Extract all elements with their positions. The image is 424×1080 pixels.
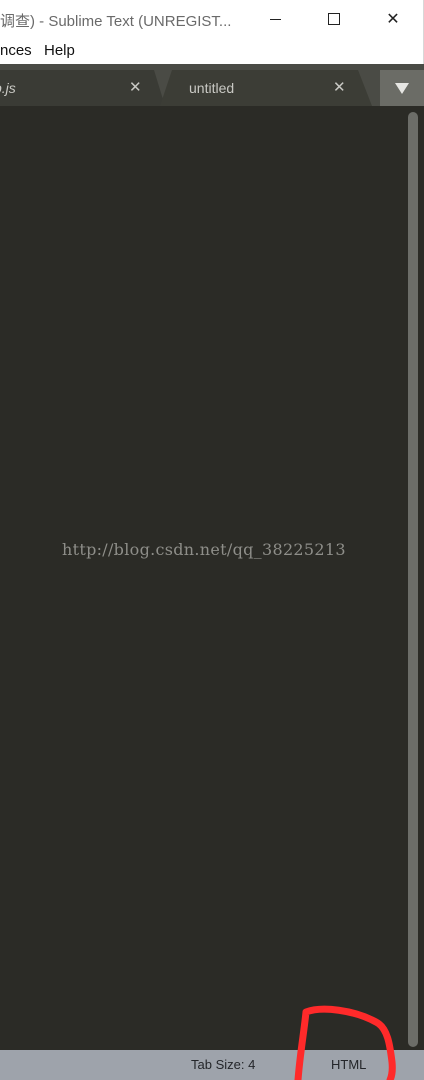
scrollbar-thumb[interactable] — [408, 112, 418, 1047]
tab-untitled[interactable]: untitled ✕ — [160, 70, 372, 106]
watermark-text: http://blog.csdn.net/qq_38225213 — [62, 540, 346, 559]
triangle-down-icon — [395, 82, 409, 94]
vertical-scrollbar[interactable] — [407, 112, 419, 1047]
title-bar: 调查) - Sublime Text (UNREGIST... ✕ — [0, 0, 424, 38]
menu-preferences[interactable]: nces — [0, 42, 32, 59]
minimize-button[interactable] — [246, 0, 304, 38]
tab-strip: p.js ✕ untitled ✕ — [0, 64, 424, 106]
minimize-icon — [269, 18, 281, 20]
tab-close-icon[interactable]: ✕ — [129, 78, 142, 96]
maximize-icon — [328, 13, 340, 25]
status-bar: Tab Size: 4 HTML — [0, 1050, 424, 1080]
tab-overflow-button[interactable] — [380, 70, 424, 106]
tab-close-icon[interactable]: ✕ — [333, 78, 346, 96]
tab-label: untitled — [189, 80, 235, 96]
status-syntax[interactable]: HTML — [331, 1057, 366, 1072]
close-button[interactable]: ✕ — [364, 0, 422, 38]
close-icon: ✕ — [386, 11, 400, 28]
tab-app-js[interactable]: p.js ✕ — [0, 70, 165, 106]
status-tab-size[interactable]: Tab Size: 4 — [191, 1057, 255, 1072]
maximize-button[interactable] — [305, 0, 363, 38]
editor-area[interactable]: http://blog.csdn.net/qq_38225213 — [0, 106, 424, 1050]
tab-label: p.js — [0, 80, 16, 96]
menu-help[interactable]: Help — [44, 42, 75, 59]
window-title: 调查) - Sublime Text (UNREGIST... — [0, 13, 232, 30]
menu-bar: nces Help — [0, 38, 424, 64]
